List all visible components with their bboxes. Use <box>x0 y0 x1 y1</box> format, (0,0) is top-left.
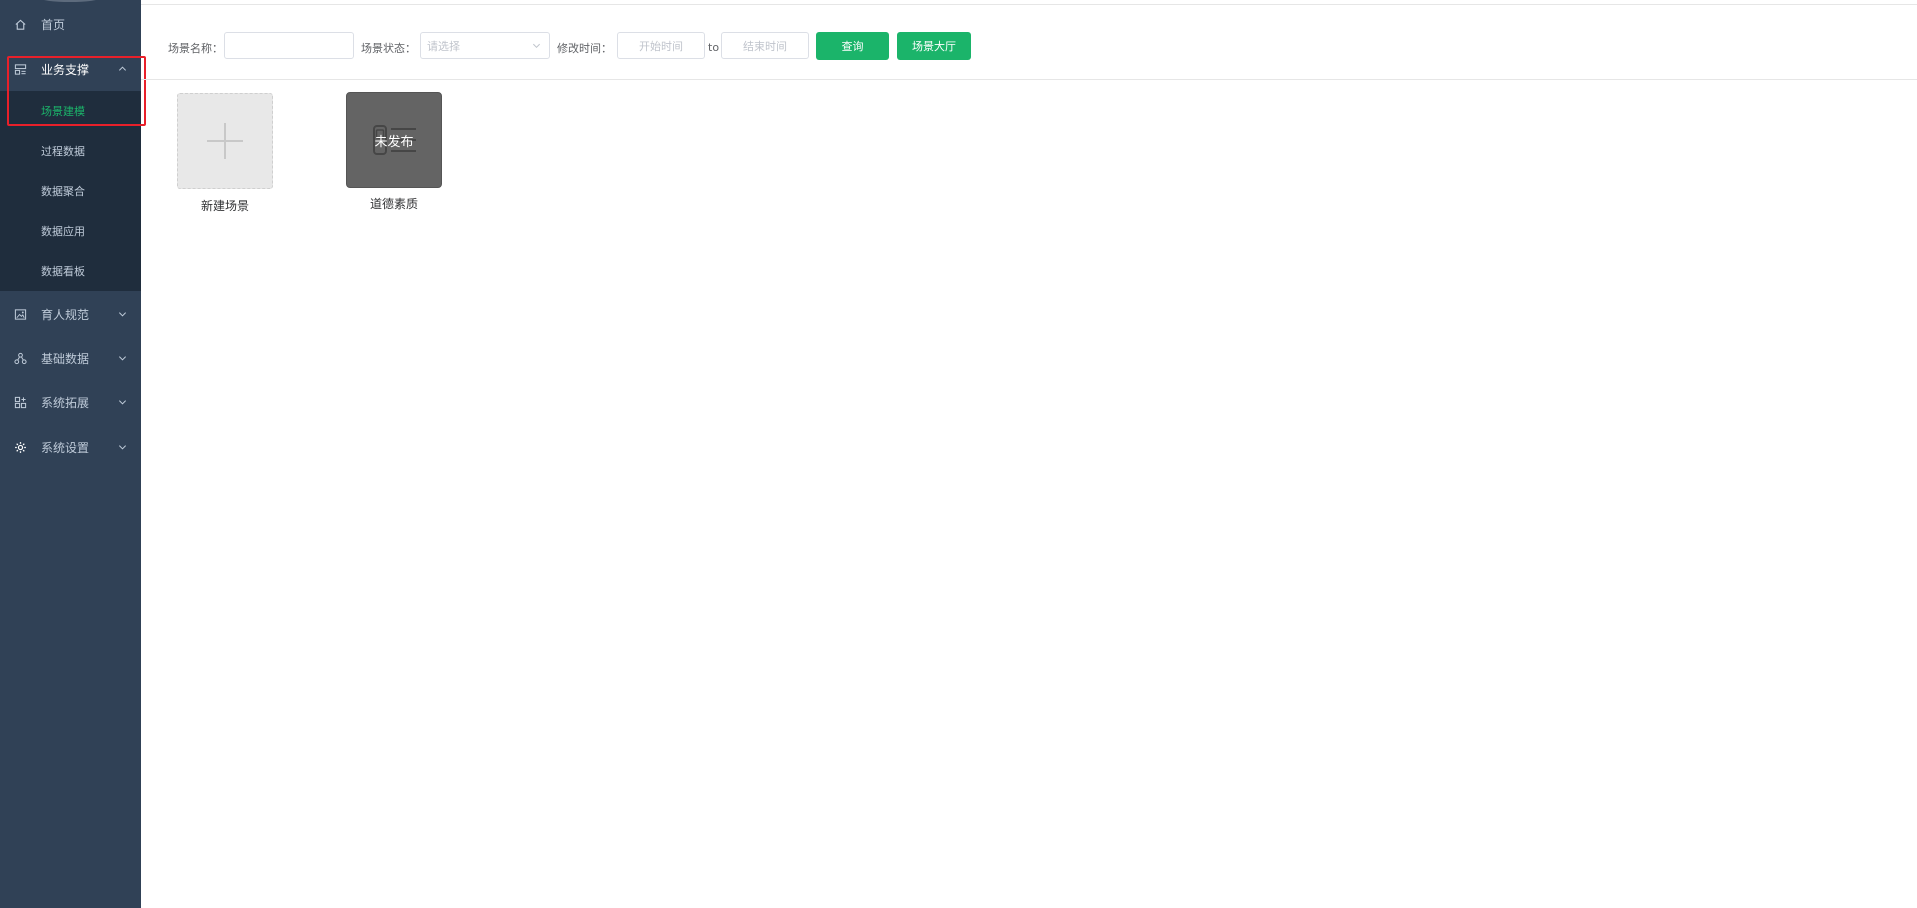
scene-hall-button[interactable]: 场景大厅 <box>897 32 971 60</box>
sub-item-label: 过程数据 <box>41 145 85 158</box>
menu-item-settings[interactable]: 系统设置 <box>0 425 141 469</box>
sub-item-data-aggregation[interactable]: 数据聚合 <box>0 171 141 211</box>
chevron-down-icon <box>532 43 541 49</box>
menu-label-extension: 系统拓展 <box>41 395 90 410</box>
sub-item-label: 数据看板 <box>41 265 85 278</box>
scene-status-badge: 未发布 <box>374 134 414 150</box>
end-time-placeholder: 结束时间 <box>743 39 787 53</box>
modify-time-label: 修改时间： <box>557 42 612 55</box>
scene-card[interactable]: 未发布 <box>346 92 442 188</box>
new-scene-label: 新建场景 <box>200 199 249 213</box>
sub-item-process-data[interactable]: 过程数据 <box>0 131 141 171</box>
sub-item-data-application[interactable]: 数据应用 <box>0 211 141 251</box>
menu-item-extension[interactable]: 系统拓展 <box>0 380 141 424</box>
apps-icon <box>13 395 27 409</box>
scene-status-select[interactable]: 请选择 <box>420 32 550 59</box>
image-icon <box>13 307 27 321</box>
sidebar: 首页 业务支撑 场景建模 过程数据 数据聚合 数据应用 数据看板 育人规范 基础… <box>0 0 141 908</box>
gear-icon <box>13 440 27 454</box>
start-time-placeholder: 开始时间 <box>639 39 683 53</box>
home-icon <box>13 17 27 31</box>
menu-item-education[interactable]: 育人规范 <box>0 292 141 336</box>
query-button[interactable]: 查询 <box>816 32 889 60</box>
range-separator: to <box>708 41 720 54</box>
plus-icon <box>207 123 243 159</box>
sub-item-label: 数据应用 <box>41 225 85 238</box>
scene-name: 道德素质 <box>369 197 418 211</box>
new-scene-card[interactable] <box>177 93 273 189</box>
scene-status-placeholder: 请选择 <box>427 39 460 53</box>
chevron-down-icon <box>118 312 127 317</box>
chevron-down-icon <box>118 356 127 361</box>
chevron-down-icon <box>118 445 127 450</box>
menu-item-home[interactable]: 首页 <box>0 2 141 46</box>
scene-name-input[interactable] <box>224 32 354 59</box>
sub-item-data-board[interactable]: 数据看板 <box>0 251 141 291</box>
highlight-annotation <box>7 56 146 126</box>
menu-label-base-data: 基础数据 <box>41 351 90 366</box>
hierarchy-icon <box>13 351 27 365</box>
menu-item-base-data[interactable]: 基础数据 <box>0 336 141 380</box>
start-time-input[interactable]: 开始时间 <box>617 32 705 59</box>
end-time-input[interactable]: 结束时间 <box>721 32 809 59</box>
menu-label-home: 首页 <box>41 17 66 32</box>
sub-item-label: 数据聚合 <box>41 185 85 198</box>
scene-status-label: 场景状态： <box>361 42 416 55</box>
menu-label-settings: 系统设置 <box>41 440 90 455</box>
menu-label-education: 育人规范 <box>41 307 90 322</box>
filter-bar: 场景名称： 场景状态： 请选择 修改时间： 开始时间 to 结束时间 查询 场景… <box>141 5 1917 80</box>
chevron-down-icon <box>118 400 127 405</box>
scene-name-label: 场景名称： <box>168 42 223 55</box>
